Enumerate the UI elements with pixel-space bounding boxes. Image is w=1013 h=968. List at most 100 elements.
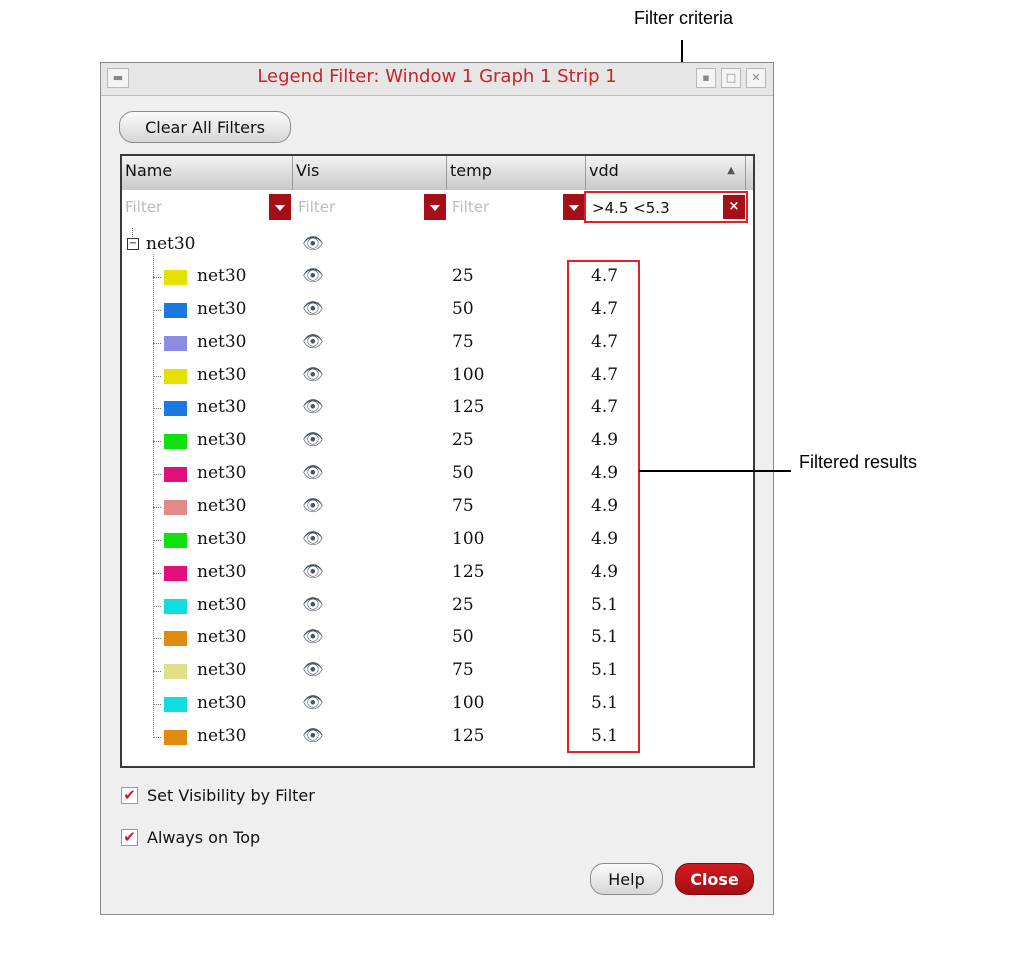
title-bar[interactable]: ▬ Legend Filter: Window 1 Graph 1 Strip … — [101, 63, 773, 96]
color-swatch — [164, 270, 187, 285]
row-name: net30 — [197, 397, 247, 417]
visibility-eye-icon[interactable]: 👁 — [302, 266, 324, 286]
set-visibility-checkbox[interactable]: ✔ — [121, 787, 138, 804]
parent-visibility-eye-icon[interactable]: 👁 — [302, 234, 324, 254]
visibility-eye-icon[interactable]: 👁 — [302, 496, 324, 516]
column-header-vis[interactable]: Vis — [293, 156, 447, 190]
tree-branch — [153, 277, 161, 278]
visibility-eye-icon[interactable]: 👁 — [302, 365, 324, 385]
table-row[interactable]: net30 👁 100 5.1 — [122, 693, 753, 726]
color-swatch — [164, 599, 187, 614]
row-name: net30 — [197, 332, 247, 352]
color-swatch — [164, 533, 187, 548]
column-header-vdd-label: vdd — [589, 161, 619, 180]
table-row[interactable]: net30 👁 25 4.7 — [122, 266, 753, 299]
help-button[interactable]: Help — [590, 863, 663, 895]
always-on-top-checkbox[interactable]: ✔ — [121, 829, 138, 846]
row-name: net30 — [197, 496, 247, 516]
vis-filter-dropdown-icon[interactable] — [424, 194, 446, 220]
visibility-eye-icon[interactable]: 👁 — [302, 660, 324, 680]
row-temp: 125 — [452, 726, 485, 746]
legend-table: Name Vis temp vdd ▲ Filter Filter Filter… — [120, 154, 755, 768]
table-row[interactable]: net30 👁 125 4.9 — [122, 562, 753, 595]
row-temp: 25 — [452, 266, 474, 286]
table-row[interactable]: net30 👁 50 4.7 — [122, 299, 753, 332]
table-row[interactable]: net30 👁 125 4.7 — [122, 397, 753, 430]
row-temp: 100 — [452, 693, 485, 713]
visibility-eye-icon[interactable]: 👁 — [302, 430, 324, 450]
visibility-eye-icon[interactable]: 👁 — [302, 299, 324, 319]
row-temp: 75 — [452, 496, 474, 516]
vdd-filter-field[interactable]: >4.5 <5.3 × — [584, 191, 748, 223]
column-header-vdd[interactable]: vdd ▲ — [586, 156, 746, 190]
visibility-eye-icon[interactable]: 👁 — [302, 397, 324, 417]
visibility-eye-icon[interactable]: 👁 — [302, 529, 324, 549]
row-name: net30 — [197, 562, 247, 582]
table-row[interactable]: net30 👁 100 4.9 — [122, 529, 753, 562]
close-button[interactable]: Close — [675, 863, 754, 895]
filtered-results-highlight — [567, 260, 640, 753]
visibility-eye-icon[interactable]: 👁 — [302, 332, 324, 352]
column-header-temp[interactable]: temp — [447, 156, 586, 190]
window-title: Legend Filter: Window 1 Graph 1 Strip 1 — [257, 66, 617, 87]
row-temp: 50 — [452, 463, 474, 483]
close-window-icon[interactable]: ✕ — [746, 68, 766, 88]
visibility-eye-icon[interactable]: 👁 — [302, 627, 324, 647]
visibility-eye-icon[interactable]: 👁 — [302, 595, 324, 615]
tree-branch — [153, 671, 161, 672]
row-temp: 75 — [452, 332, 474, 352]
color-swatch — [164, 697, 187, 712]
parent-node-label[interactable]: net30 — [146, 234, 195, 254]
tree-branch — [153, 606, 161, 607]
row-name: net30 — [197, 660, 247, 680]
tree-branch — [153, 343, 161, 344]
color-swatch — [164, 500, 187, 515]
table-row[interactable]: net30 👁 75 4.7 — [122, 332, 753, 365]
row-name: net30 — [197, 693, 247, 713]
table-row[interactable]: net30 👁 50 5.1 — [122, 627, 753, 660]
temp-filter-placeholder: Filter — [452, 198, 490, 216]
table-row[interactable]: net30 👁 75 4.9 — [122, 496, 753, 529]
visibility-eye-icon[interactable]: 👁 — [302, 463, 324, 483]
tree-branch — [153, 507, 161, 508]
table-row[interactable]: net30 👁 125 5.1 — [122, 726, 753, 759]
color-swatch — [164, 369, 187, 384]
table-row[interactable]: net30 👁 75 5.1 — [122, 660, 753, 693]
clear-vdd-filter-icon[interactable]: × — [723, 195, 745, 219]
row-name: net30 — [197, 627, 247, 647]
vis-filter-placeholder: Filter — [298, 198, 336, 216]
color-swatch — [164, 664, 187, 679]
row-temp: 100 — [452, 529, 485, 549]
row-temp: 125 — [452, 562, 485, 582]
table-row[interactable]: net30 👁 50 4.9 — [122, 463, 753, 496]
name-filter-field[interactable]: Filter — [122, 192, 293, 222]
visibility-eye-icon[interactable]: 👁 — [302, 562, 324, 582]
name-filter-placeholder: Filter — [125, 198, 163, 216]
tree-collapse-icon[interactable]: − — [127, 238, 139, 250]
color-swatch — [164, 467, 187, 482]
tree-branch — [153, 376, 161, 377]
set-visibility-label: Set Visibility by Filter — [147, 786, 315, 805]
tree-branch — [153, 474, 161, 475]
tree-branch — [153, 704, 161, 705]
table-row[interactable]: net30 👁 100 4.7 — [122, 365, 753, 398]
filter-criteria-callout: Filter criteria — [634, 8, 734, 28]
name-filter-dropdown-icon[interactable] — [269, 194, 291, 220]
tree-branch — [153, 408, 161, 409]
sort-ascending-icon: ▲ — [727, 165, 735, 176]
header-filler — [746, 156, 753, 190]
visibility-eye-icon[interactable]: 👁 — [302, 726, 324, 746]
color-swatch — [164, 434, 187, 449]
minimize-icon[interactable]: ▪ — [696, 68, 716, 88]
visibility-eye-icon[interactable]: 👁 — [302, 693, 324, 713]
clear-all-filters-button[interactable]: Clear All Filters — [119, 111, 291, 143]
table-row[interactable]: net30 👁 25 4.9 — [122, 430, 753, 463]
filtered-results-callout: Filtered results — [799, 452, 918, 472]
temp-filter-dropdown-icon[interactable] — [563, 194, 585, 220]
column-header-name[interactable]: Name — [122, 156, 293, 190]
table-row[interactable]: net30 👁 25 5.1 — [122, 595, 753, 628]
temp-filter-field[interactable]: Filter — [449, 192, 585, 222]
vis-filter-field[interactable]: Filter — [295, 192, 446, 222]
row-temp: 50 — [452, 299, 474, 319]
maximize-icon[interactable]: □ — [721, 68, 741, 88]
